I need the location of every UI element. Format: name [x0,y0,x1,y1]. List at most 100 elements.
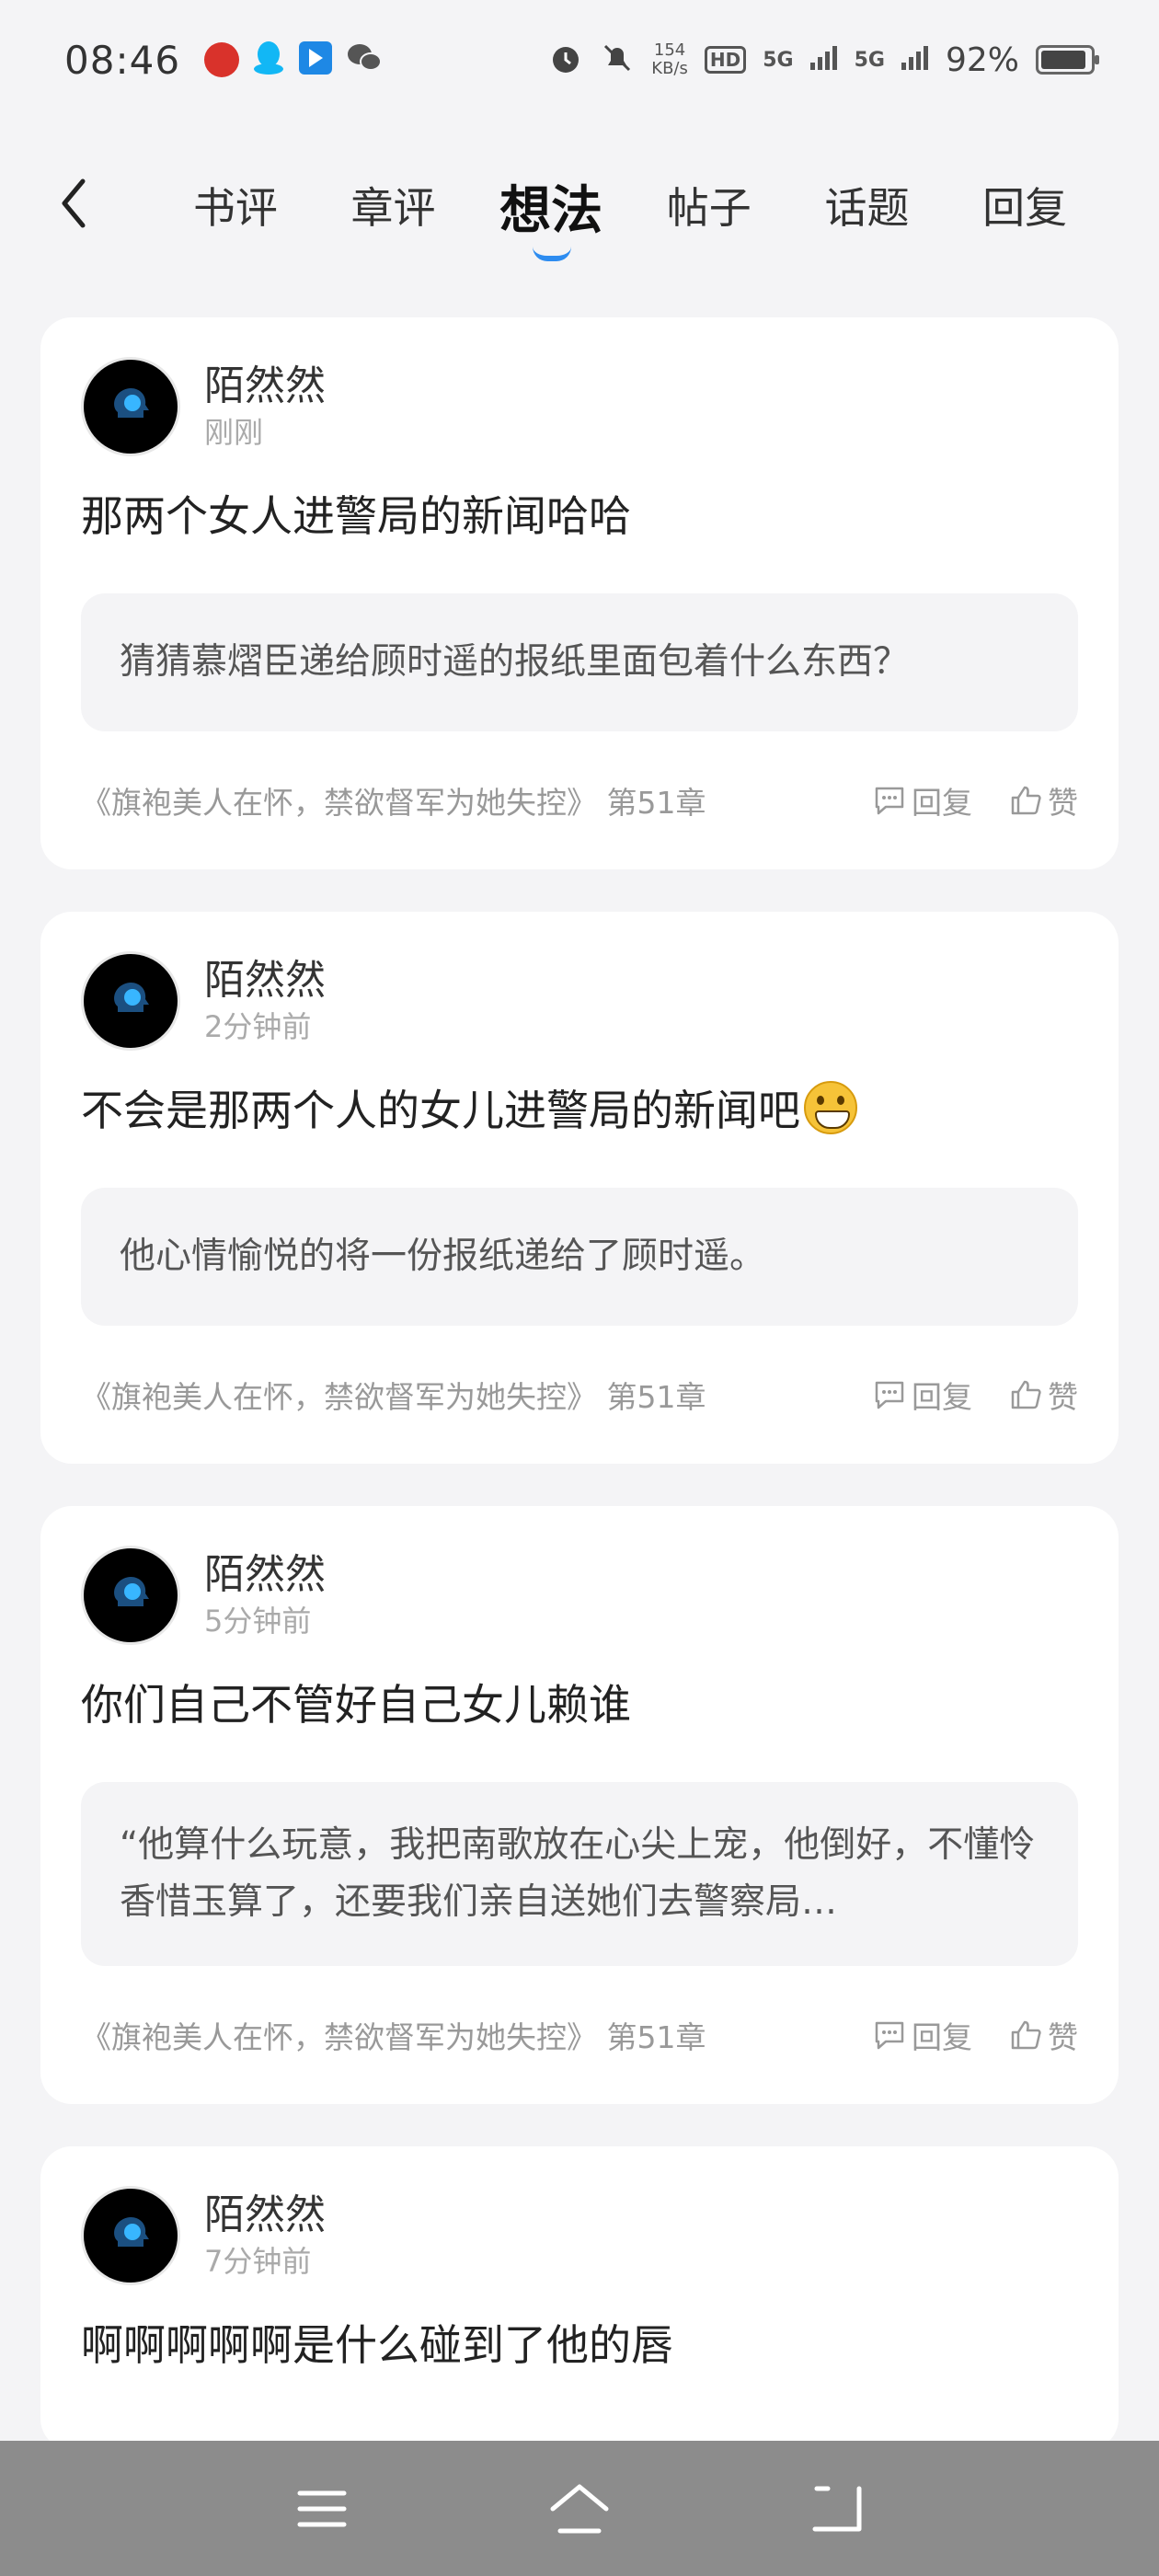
status-time: 08:46 [64,37,181,83]
user-meta: 陌然然 2分钟前 [204,955,326,1047]
reply-label: 回复 [912,785,972,821]
tab-book-reviews[interactable]: 书评 [158,147,313,276]
card-footer: 《旗袍美人在怀，禁欲督军为她失控》 第51章 回复 赞 [81,731,1078,869]
tab-topics[interactable]: 话题 [789,147,944,276]
book-reference[interactable]: 《旗袍美人在怀，禁欲督军为她失控》 第51章 [81,778,836,822]
post-content: 啊啊啊啊啊是什么碰到了他的唇 [81,2320,673,2370]
back-nav-button[interactable] [800,2472,874,2546]
status-right: 154 KB/s HD 5G 5G 92% [548,40,1099,79]
reply-label: 回复 [912,2019,972,2055]
book-reference[interactable]: 《旗袍美人在怀，禁欲督军为她失控》 第51章 [81,2013,836,2057]
quoted-text-content: 他心情愉悦的将一份报纸递给了顾时遥。 [120,1236,766,1277]
card-header: 陌然然 2分钟前 [81,950,1078,1052]
home-button[interactable] [543,2472,616,2546]
like-label: 赞 [1048,785,1078,821]
post-content: 不会是那两个人的女儿进警局的新闻吧 [81,1081,1078,1140]
post-time: 2分钟前 [204,1009,312,1044]
wechat-icon [346,41,383,78]
back-button[interactable] [46,171,101,236]
mute-icon [600,40,635,79]
comment-icon [875,787,904,815]
avatar-head-icon [114,1576,149,1606]
post-content: 那两个女人进警局的新闻哈哈 [81,491,631,541]
username[interactable]: 陌然然 [204,361,326,412]
menu-button[interactable] [285,2472,359,2546]
avatar-head-icon [114,982,149,1012]
like-label: 赞 [1048,1379,1078,1415]
book-reference[interactable]: 《旗袍美人在怀，禁欲督军为她失控》 第51章 [81,1373,836,1417]
bookmark-app-icon [298,40,333,79]
tab-replies[interactable]: 回复 [947,147,1102,276]
thought-card[interactable]: 陌然然 刚刚 那两个女人进警局的新闻哈哈 猜猜慕熠臣递给顾时遥的报纸里面包着什么… [40,317,1119,869]
card-header: 陌然然 7分钟前 [81,2185,1078,2286]
avatar[interactable] [81,951,180,1051]
post-time: 7分钟前 [204,2244,312,2279]
reply-label: 回复 [912,1379,972,1415]
qq-icon [252,40,285,80]
quoted-text-content: “他算什么玩意，我把南歌放在心尖上宠，他倒好，不懂怜香惜玉算了，还要我们亲自送她… [120,1824,1036,1923]
thought-card[interactable]: 陌然然 2分钟前 不会是那两个人的女儿进警局的新闻吧 他心情愉悦的将一份报纸递给… [40,912,1119,1464]
quoted-text[interactable]: “他算什么玩意，我把南歌放在心尖上宠，他倒好，不懂怜香惜玉算了，还要我们亲自送她… [81,1782,1078,1966]
system-nav-bar [0,2441,1159,2576]
home-icon [550,2484,609,2533]
tab-posts[interactable]: 帖子 [632,147,786,276]
signal-bars-icon [809,46,838,74]
net-speed: 154 KB/s [651,41,688,78]
signal-5g-2: 5G [854,48,885,72]
user-meta: 陌然然 5分钟前 [204,1549,326,1641]
card-footer: 《旗袍美人在怀，禁欲督军为她失控》 第51章 回复 赞 [81,1966,1078,2104]
notification-icons [204,40,383,80]
reply-button[interactable]: 回复 [873,2013,972,2057]
tab-chapter-reviews[interactable]: 章评 [316,147,470,276]
avatar[interactable] [81,2186,180,2285]
tab-bar: 书评 章评 想法 帖子 话题 回复 [156,147,1104,276]
tab-thoughts[interactable]: 想法 [474,147,628,276]
like-button[interactable]: 赞 [1009,2013,1078,2057]
comment-icon [875,2021,904,2050]
chevron-left-icon [62,178,86,228]
thought-feed: 陌然然 刚刚 那两个女人进警局的新闻哈哈 猜猜慕熠臣递给顾时遥的报纸里面包着什么… [40,317,1119,2450]
signal-bars-icon [901,46,929,74]
reply-button[interactable]: 回复 [873,1373,972,1417]
comment-icon [875,1381,904,1409]
reply-button[interactable]: 回复 [873,778,972,822]
card-footer: 《旗袍美人在怀，禁欲督军为她失控》 第51章 回复 赞 [81,1326,1078,1464]
status-bar: 08:46 154 KB/s HD 5G 5G 92% [0,0,1159,120]
thumbs-up-icon [1011,786,1041,815]
tab-header: 书评 章评 想法 帖子 话题 回复 [0,147,1159,276]
post-content: 你们自己不管好自己女儿赖谁 [81,1680,631,1730]
thumbs-up-icon [1011,1380,1041,1409]
thought-card[interactable]: 陌然然 5分钟前 你们自己不管好自己女儿赖谁 “他算什么玩意，我把南歌放在心尖上… [40,1506,1119,2104]
username[interactable]: 陌然然 [204,955,326,1006]
username[interactable]: 陌然然 [204,2190,326,2241]
menu-icon [297,2490,347,2526]
like-button[interactable]: 赞 [1009,778,1078,822]
quoted-text[interactable]: 他心情愉悦的将一份报纸递给了顾时遥。 [81,1188,1078,1326]
avatar-head-icon [114,2216,149,2247]
user-meta: 陌然然 刚刚 [204,361,326,453]
alarm-icon [548,40,583,79]
username[interactable]: 陌然然 [204,1549,326,1601]
app-notification-icon [204,42,240,77]
quoted-text[interactable]: 猜猜慕熠臣递给顾时遥的报纸里面包着什么东西？ [81,593,1078,731]
hd-badge: HD [704,46,747,74]
avatar-head-icon [114,387,149,418]
return-icon [812,2486,862,2531]
user-meta: 陌然然 7分钟前 [204,2190,326,2282]
post-content-text: 不会是那两个人的女儿进警局的新闻吧 [81,1086,800,1135]
avatar[interactable] [81,1546,180,1645]
battery-percent: 92% [945,40,1019,79]
post-time: 刚刚 [204,415,264,450]
grin-emoji-icon [804,1081,857,1134]
quoted-text-content: 猜猜慕熠臣递给顾时遥的报纸里面包着什么东西？ [120,641,910,683]
net-speed-value: 154 [653,40,686,60]
thumbs-up-icon [1011,2020,1041,2050]
avatar[interactable] [81,357,180,456]
thought-card[interactable]: 陌然然 7分钟前 啊啊啊啊啊是什么碰到了他的唇 [40,2146,1119,2450]
battery-icon [1036,45,1099,75]
post-time: 5分钟前 [204,1604,312,1639]
card-header: 陌然然 刚刚 [81,356,1078,457]
card-header: 陌然然 5分钟前 [81,1545,1078,1646]
signal-5g-1: 5G [763,48,794,72]
like-button[interactable]: 赞 [1009,1373,1078,1417]
